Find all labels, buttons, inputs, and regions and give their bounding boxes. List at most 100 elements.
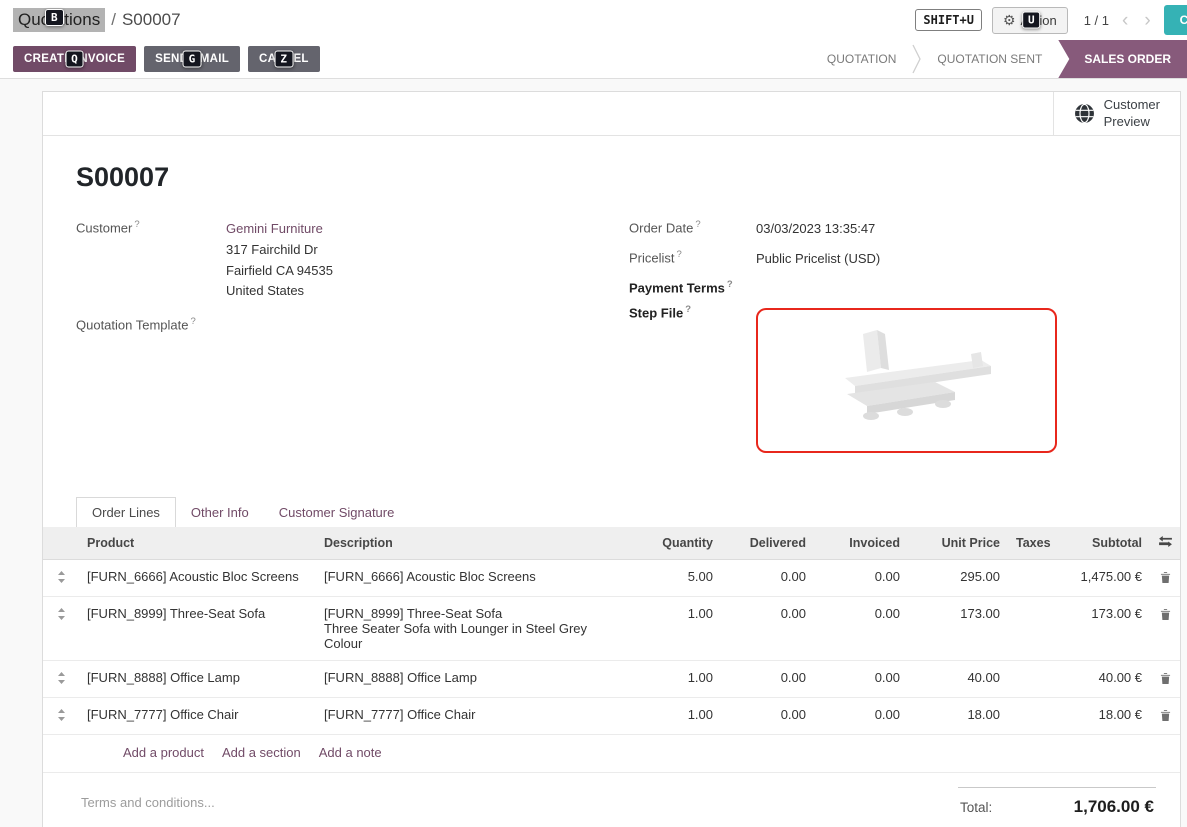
create-invoice-button[interactable]: CREATE INVOICE Q: [13, 46, 136, 72]
customer-address: 317 Fairchild Dr Fairfield CA 94535 Unit…: [226, 240, 333, 302]
globe-icon: [1074, 103, 1095, 124]
pricelist-value[interactable]: Public Pricelist (USD): [756, 249, 880, 270]
customer-label: Customer?: [76, 219, 226, 235]
cell-invoiced: 0.00: [814, 559, 908, 596]
step-file-label: Step File?: [629, 304, 756, 320]
pager-value: 1 / 1: [1084, 13, 1109, 28]
breadcrumb: Quotations B / S00007: [13, 8, 181, 32]
cell-taxes[interactable]: [1008, 559, 1048, 596]
pager-previous-icon[interactable]: ‹: [1119, 11, 1131, 30]
sheet-button-box: Customer Preview: [43, 92, 1180, 136]
cell-description[interactable]: [FURN_6666] Acoustic Bloc Screens: [316, 559, 626, 596]
shortcut-hint-badge: SHIFT+U: [915, 9, 982, 31]
cell-taxes[interactable]: [1008, 596, 1048, 660]
cell-description[interactable]: [FURN_7777] Office Chair: [316, 697, 626, 734]
delete-row-icon[interactable]: [1150, 697, 1180, 734]
order-lines-table: Product Description Quantity Delivered I…: [43, 527, 1180, 735]
cell-unit-price[interactable]: 18.00: [908, 697, 1008, 734]
add-product-link[interactable]: Add a product: [123, 745, 204, 760]
cell-product[interactable]: [FURN_6666] Acoustic Bloc Screens: [79, 559, 316, 596]
delete-row-icon[interactable]: [1150, 660, 1180, 697]
hotkey-badge-action: U: [1022, 12, 1041, 29]
sheet-bottom: Terms and conditions... Total: 1,706.00 …: [43, 773, 1180, 827]
field-group: Customer? Gemini Furniture 317 Fairchild…: [43, 219, 1180, 462]
page-title: S00007: [76, 162, 1180, 193]
customer-preview-button[interactable]: Customer Preview: [1053, 92, 1180, 135]
cell-product[interactable]: [FURN_8999] Three-Seat Sofa: [79, 596, 316, 660]
pager-next-icon[interactable]: ›: [1141, 11, 1153, 30]
cancel-button[interactable]: CANCEL Z: [248, 46, 320, 72]
field-quotation-template: Quotation Template?: [76, 316, 629, 332]
cell-delivered: 0.00: [721, 697, 814, 734]
terms-and-conditions-input[interactable]: Terms and conditions...: [81, 795, 215, 810]
cell-taxes[interactable]: [1008, 660, 1048, 697]
tab-customer-signature[interactable]: Customer Signature: [264, 498, 410, 527]
field-pricelist: Pricelist? Public Pricelist (USD): [629, 249, 1156, 270]
add-section-link[interactable]: Add a section: [222, 745, 301, 760]
field-column-right: Order Date? 03/03/2023 13:35:47 Pricelis…: [629, 219, 1156, 462]
stage-quotation[interactable]: QUOTATION: [811, 40, 913, 78]
cell-taxes[interactable]: [1008, 697, 1048, 734]
header-taxes[interactable]: Taxes: [1008, 527, 1048, 560]
customer-link[interactable]: Gemini Furniture: [226, 221, 323, 236]
cell-description[interactable]: [FURN_8999] Three-Seat Sofa Three Seater…: [316, 596, 626, 660]
header-product[interactable]: Product: [79, 527, 316, 560]
cell-quantity[interactable]: 5.00: [626, 559, 721, 596]
drag-handle-icon[interactable]: [43, 697, 79, 734]
table-row[interactable]: [FURN_8999] Three-Seat Sofa [FURN_8999] …: [43, 596, 1180, 660]
create-button[interactable]: Create: [1164, 5, 1187, 35]
delete-row-icon[interactable]: [1150, 559, 1180, 596]
drag-handle-icon[interactable]: [43, 660, 79, 697]
statusbar: QUOTATION QUOTATION SENT SALES ORDER: [811, 40, 1187, 78]
delete-row-icon[interactable]: [1150, 596, 1180, 660]
gear-icon: ⚙: [1003, 12, 1016, 29]
hotkey-badge-create-invoice: Q: [65, 51, 84, 68]
header-delivered[interactable]: Delivered: [721, 527, 814, 560]
control-panel-actions: SHIFT+U ⚙ Action U 1 / 1 ‹ › Create: [915, 5, 1187, 35]
cell-delivered: 0.00: [721, 596, 814, 660]
action-menu-button[interactable]: ⚙ Action U: [992, 7, 1068, 34]
cell-description[interactable]: [FURN_8888] Office Lamp: [316, 660, 626, 697]
header-quantity[interactable]: Quantity: [626, 527, 721, 560]
order-date-value[interactable]: 03/03/2023 13:35:47: [756, 219, 875, 240]
breadcrumb-quotations[interactable]: Quotations B: [13, 8, 105, 32]
cell-subtotal: 40.00 €: [1048, 660, 1150, 697]
header-invoiced[interactable]: Invoiced: [814, 527, 908, 560]
cell-invoiced: 0.00: [814, 596, 908, 660]
table-header-row: Product Description Quantity Delivered I…: [43, 527, 1180, 560]
table-row[interactable]: [FURN_8888] Office Lamp [FURN_8888] Offi…: [43, 660, 1180, 697]
step-file-image[interactable]: [756, 308, 1057, 453]
drag-handle-icon[interactable]: [43, 559, 79, 596]
stage-sales-order[interactable]: SALES ORDER: [1058, 40, 1187, 78]
add-note-link[interactable]: Add a note: [319, 745, 382, 760]
control-panel-top: Quotations B / S00007 SHIFT+U ⚙ Action U…: [0, 0, 1187, 40]
tab-order-lines[interactable]: Order Lines: [76, 497, 176, 527]
cell-unit-price[interactable]: 40.00: [908, 660, 1008, 697]
send-email-button[interactable]: SEND EMAIL G: [144, 46, 240, 72]
header-subtotal[interactable]: Subtotal: [1048, 527, 1150, 560]
total-value: 1,706.00 €: [1074, 797, 1154, 817]
cell-quantity[interactable]: 1.00: [626, 697, 721, 734]
customer-value: Gemini Furniture 317 Fairchild Dr Fairfi…: [226, 219, 333, 302]
cell-unit-price[interactable]: 295.00: [908, 559, 1008, 596]
help-icon: ?: [695, 219, 700, 230]
cell-product[interactable]: [FURN_8888] Office Lamp: [79, 660, 316, 697]
drag-handle-icon[interactable]: [43, 596, 79, 660]
table-row[interactable]: [FURN_6666] Acoustic Bloc Screens [FURN_…: [43, 559, 1180, 596]
header-description[interactable]: Description: [316, 527, 626, 560]
optional-columns-button[interactable]: [1150, 527, 1180, 560]
table-row[interactable]: [FURN_7777] Office Chair [FURN_7777] Off…: [43, 697, 1180, 734]
breadcrumb-current: S00007: [122, 10, 181, 30]
cell-quantity[interactable]: 1.00: [626, 660, 721, 697]
tab-other-info[interactable]: Other Info: [176, 498, 264, 527]
header-unit-price[interactable]: Unit Price: [908, 527, 1008, 560]
cell-subtotal: 18.00 €: [1048, 697, 1150, 734]
cell-quantity[interactable]: 1.00: [626, 596, 721, 660]
help-icon: ?: [191, 316, 196, 327]
stage-quotation-sent[interactable]: QUOTATION SENT: [921, 40, 1058, 78]
cell-product[interactable]: [FURN_7777] Office Chair: [79, 697, 316, 734]
field-customer: Customer? Gemini Furniture 317 Fairchild…: [76, 219, 629, 302]
hotkey-badge-send-email: G: [183, 51, 202, 68]
field-payment-terms: Payment Terms?: [629, 279, 1156, 295]
cell-unit-price[interactable]: 173.00: [908, 596, 1008, 660]
